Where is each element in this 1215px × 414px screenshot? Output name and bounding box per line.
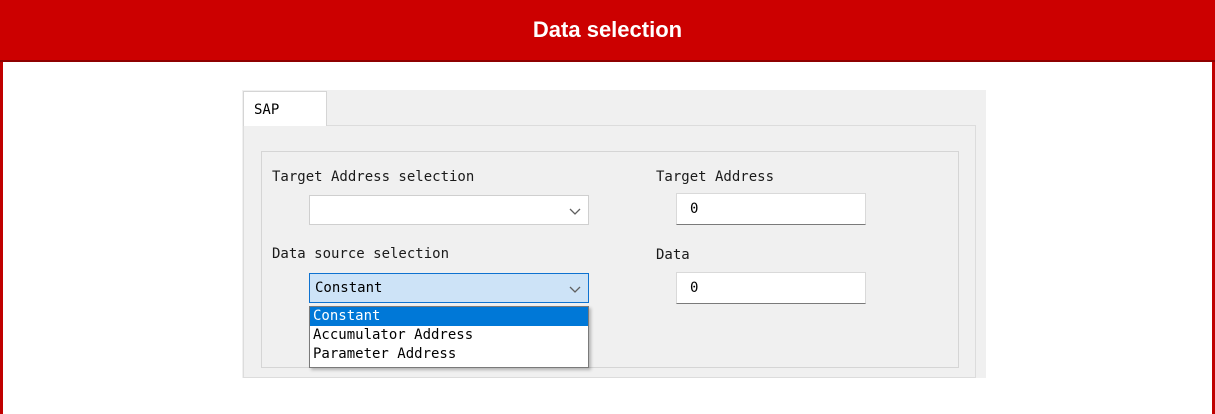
- chevron-down-icon: [569, 208, 581, 215]
- target-address-selection-label: Target Address selection: [272, 169, 475, 185]
- target-address-value: 0: [690, 201, 699, 217]
- data-source-selection-combo[interactable]: Constant: [309, 273, 589, 303]
- dropdown-option-constant[interactable]: Constant: [310, 307, 588, 326]
- chevron-down-icon: [569, 286, 581, 293]
- tab-sap-label: SAP: [254, 102, 280, 118]
- data-source-dropdown-list: Constant Accumulator Address Parameter A…: [309, 306, 589, 368]
- target-address-selection-combo[interactable]: [309, 195, 589, 225]
- data-source-selection-value: Constant: [315, 280, 383, 296]
- target-address-input[interactable]: 0: [676, 193, 866, 225]
- data-source-selection-label: Data source selection: [272, 246, 450, 262]
- data-label: Data: [656, 247, 690, 263]
- window-title: Data selection: [532, 17, 683, 42]
- target-address-label: Target Address: [656, 169, 775, 185]
- data-input[interactable]: 0: [676, 272, 866, 304]
- data-value: 0: [690, 280, 699, 296]
- tab-sap[interactable]: SAP: [243, 91, 327, 126]
- dropdown-option-accumulator-address[interactable]: Accumulator Address: [310, 326, 588, 345]
- dropdown-option-parameter-address[interactable]: Parameter Address: [310, 345, 588, 364]
- title-bar: Data selection: [0, 0, 1215, 62]
